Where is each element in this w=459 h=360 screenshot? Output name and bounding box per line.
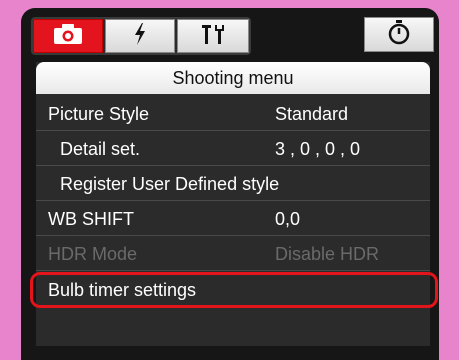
menu-item-register-user-style[interactable]: Register User Defined style	[36, 167, 430, 201]
menu-item-label: WB SHIFT	[48, 209, 134, 229]
camera-icon	[52, 22, 84, 51]
tools-icon	[198, 22, 228, 51]
tab-shooting[interactable]	[33, 19, 103, 53]
menu-item-value: 0,0	[275, 209, 301, 229]
menu-item-picture-style[interactable]: Picture Style Standard	[36, 97, 430, 131]
tab-tools[interactable]	[177, 19, 249, 53]
menu-item-value: Standard	[275, 104, 349, 124]
menu-item-label: Register User Defined style	[60, 174, 280, 194]
menu-item-label: Detail set.	[60, 139, 141, 159]
highlight-box	[30, 272, 438, 308]
timer-icon	[387, 19, 411, 50]
menu-item-empty	[36, 308, 430, 342]
menu-title: Shooting menu	[36, 62, 430, 94]
menu-item-label: Picture Style	[48, 104, 150, 124]
menu-item-detail-set[interactable]: Detail set. 3 , 0 , 0 , 0	[36, 132, 430, 166]
flash-icon	[132, 22, 148, 51]
tab-timer[interactable]	[364, 17, 434, 52]
menu-item-hdr-mode: HDR Mode Disable HDR	[36, 237, 430, 271]
menu-item-label: HDR Mode	[48, 244, 138, 264]
menu-item-value: Disable HDR	[275, 244, 380, 264]
menu-item-wb-shift[interactable]: WB SHIFT 0,0	[36, 202, 430, 236]
menu-item-value: 3 , 0 , 0 , 0	[275, 139, 361, 159]
tab-flash[interactable]	[105, 19, 175, 53]
